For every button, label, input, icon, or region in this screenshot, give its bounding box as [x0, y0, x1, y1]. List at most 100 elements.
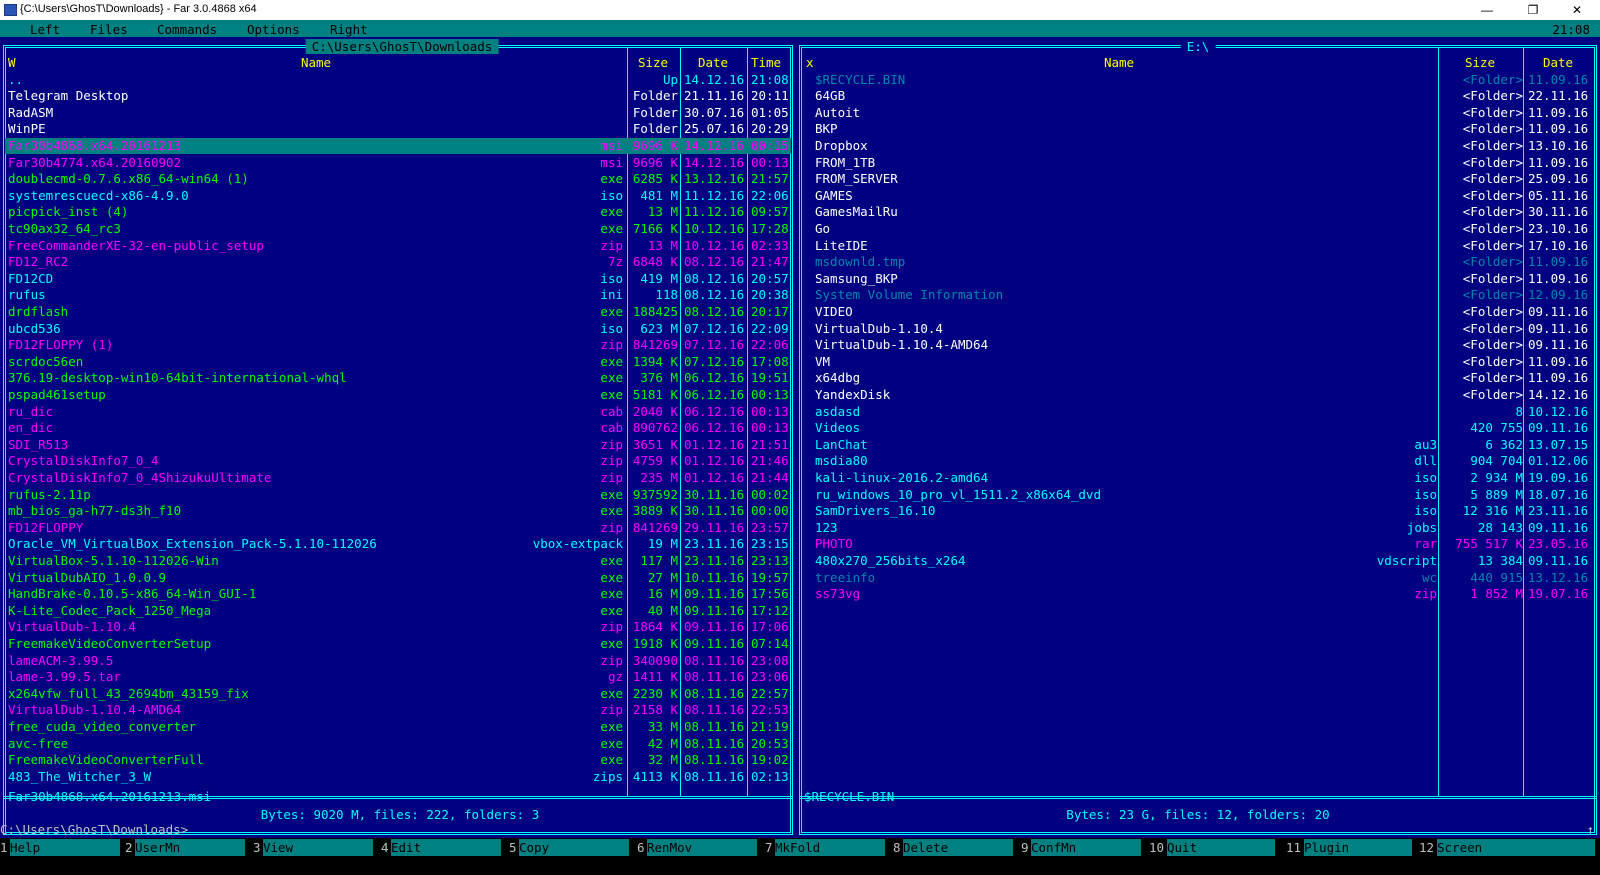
- file-row[interactable]: drdflash exe 188425 08.12.16 20:17: [5, 304, 791, 321]
- maximize-button[interactable]: ❐: [1510, 0, 1556, 20]
- file-row[interactable]: VM <Folder> 11.09.16: [801, 354, 1595, 371]
- file-row[interactable]: $RECYCLE.BIN <Folder> 11.09.16: [801, 72, 1595, 89]
- column-header-name[interactable]: Name: [301, 55, 331, 70]
- file-row[interactable]: avc-free exe 42 M 08.11.16 20:53: [5, 736, 791, 753]
- file-row[interactable]: lameACM-3.99.5 zip 340090 08.11.16 23:08: [5, 653, 791, 670]
- file-row[interactable]: .. Up 14.12.16 21:08: [5, 72, 791, 89]
- file-row[interactable]: VirtualDub-1.10.4-AMD64 <Folder> 09.11.16: [801, 337, 1595, 354]
- file-row[interactable]: 376.19-desktop-win10-64bit-international…: [5, 370, 791, 387]
- file-row[interactable]: CrystalDiskInfo7_0_4ShizukuUltimate zip 23…: [5, 470, 791, 487]
- file-row[interactable]: LiteIDE <Folder> 17.10.16: [801, 238, 1595, 255]
- file-row[interactable]: VirtualBox-5.1.10-112026-Win exe 117 M 23.1…: [5, 553, 791, 570]
- column-header-size[interactable]: Size: [638, 55, 668, 70]
- fkey-edit[interactable]: 4 Edit: [381, 839, 501, 856]
- file-row[interactable]: GAMES <Folder> 05.11.16: [801, 188, 1595, 205]
- file-row[interactable]: Autoit <Folder> 11.09.16: [801, 105, 1595, 122]
- file-row[interactable]: HandBrake-0.10.5-x86_64-Win_GUI-1 exe 16 M…: [5, 586, 791, 603]
- column-header-size[interactable]: Size: [1465, 55, 1495, 70]
- right-panel-path[interactable]: E:\: [1180, 39, 1216, 54]
- scroll-up-icon[interactable]: ↑: [1586, 822, 1594, 837]
- file-row[interactable]: 64GB <Folder> 22.11.16: [801, 88, 1595, 105]
- file-row[interactable]: K-Lite_Codec_Pack_1250_Mega exe 40 M 09.11.…: [5, 603, 791, 620]
- file-row[interactable]: FD12FLOPPY zip 841269 29.11.16 23:57: [5, 520, 791, 537]
- file-row[interactable]: x264vfw_full_43_2694bm_43159_fix exe 2230 …: [5, 686, 791, 703]
- file-row[interactable]: SDI_R513 zip 3651 K 01.12.16 21:51: [5, 437, 791, 454]
- file-row[interactable]: scrdoc56en exe 1394 K 07.12.16 17:08: [5, 354, 791, 371]
- close-button[interactable]: ✕: [1554, 0, 1600, 20]
- file-row[interactable]: ss73vg zip 1 852 M 19.07.16: [801, 586, 1595, 603]
- file-row[interactable]: VirtualDub-1.10.4-AMD64 zip 2158 K 08.11.16…: [5, 702, 791, 719]
- file-row[interactable]: WinPE Folder 25.07.16 20:29: [5, 121, 791, 138]
- file-row[interactable]: CrystalDiskInfo7_0_4 zip 4759 K 01.12.16 21:…: [5, 453, 791, 470]
- fkey-usermn[interactable]: 2 UserMn: [125, 839, 245, 856]
- file-row[interactable]: doublecmd-0.7.6.x86_64-win64 (1) exe 6285 …: [5, 171, 791, 188]
- file-row[interactable]: FD12FLOPPY (1) zip 841269 07.12.16 22:06: [5, 337, 791, 354]
- file-row[interactable]: treeinfo wc 440 915 13.12.16: [801, 570, 1595, 587]
- file-row[interactable]: 123 jobs 28 143 09.11.16: [801, 520, 1595, 537]
- file-row[interactable]: picpick_inst (4) exe 13 M 11.12.16 09:57: [5, 204, 791, 221]
- file-row[interactable]: RadASM Folder 30.07.16 01:05: [5, 105, 791, 122]
- file-row[interactable]: 480x270_256bits_x264 vdscript 13 384 09.11.…: [801, 553, 1595, 570]
- file-row[interactable]: VirtualDub-1.10.4 <Folder> 09.11.16: [801, 321, 1595, 338]
- right-panel[interactable]: E:\ x Name Size Date $RECYCLE.BIN <Folder…: [796, 37, 1600, 838]
- fkey-plugin[interactable]: 11 Plugin: [1286, 839, 1412, 856]
- file-row[interactable]: Go <Folder> 23.10.16: [801, 221, 1595, 238]
- file-row[interactable]: FD12CD iso 419 M 08.12.16 20:57: [5, 271, 791, 288]
- file-row[interactable]: FreemakeVideoConverterSetup exe 1918 K 09.1…: [5, 636, 791, 653]
- file-row[interactable]: VIDEO <Folder> 09.11.16: [801, 304, 1595, 321]
- file-row[interactable]: rufus-2.11p exe 937592 30.11.16 00:02: [5, 487, 791, 504]
- file-row[interactable]: Samsung_BKP <Folder> 11.09.16: [801, 271, 1595, 288]
- file-row[interactable]: Dropbox <Folder> 13.10.16: [801, 138, 1595, 155]
- column-header-name[interactable]: Name: [1104, 55, 1134, 70]
- file-row[interactable]: Far30b4774.x64.20160902 msi 9696 K 14.12.16…: [5, 155, 791, 172]
- view-mode-indicator[interactable]: W: [8, 55, 16, 70]
- file-row[interactable]: FROM_1TB <Folder> 11.09.16: [801, 155, 1595, 172]
- file-row[interactable]: YandexDisk <Folder> 14.12.16: [801, 387, 1595, 404]
- command-line[interactable]: C:\Users\GhosT\Downloads> ↑: [0, 822, 1600, 838]
- file-row[interactable]: ru_windows_10_pro_vl_1511.2_x86x64_dvd is…: [801, 487, 1595, 504]
- column-header-date[interactable]: Date: [698, 55, 728, 70]
- left-panel[interactable]: C:\Users\GhosT\Downloads W Name Size Dat…: [0, 37, 796, 838]
- file-row[interactable]: SamDrivers_16.10 iso 12 316 M 23.11.16: [801, 503, 1595, 520]
- file-row[interactable]: rufus ini 118 08.12.16 20:38: [5, 287, 791, 304]
- file-row[interactable]: en_dic cab 890762 06.12.16 00:13: [5, 420, 791, 437]
- file-row[interactable]: LanChat au3 6 362 13.07.15: [801, 437, 1595, 454]
- menu-options[interactable]: Options: [247, 22, 300, 37]
- file-row[interactable]: kali-linux-2016.2-amd64 iso 2 934 M 19.09.1…: [801, 470, 1595, 487]
- menu-right[interactable]: Right: [330, 22, 368, 37]
- fkey-confmn[interactable]: 9 ConfMn: [1021, 839, 1141, 856]
- file-row[interactable]: ubcd536 iso 623 M 07.12.16 22:09: [5, 321, 791, 338]
- column-header-date[interactable]: Date: [1543, 55, 1573, 70]
- menu-files[interactable]: Files: [90, 22, 128, 37]
- menu-commands[interactable]: Commands: [157, 22, 217, 37]
- file-row[interactable]: ru_dic cab 2040 K 06.12.16 00:13: [5, 404, 791, 421]
- fkey-quit[interactable]: 10 Quit: [1149, 839, 1275, 856]
- file-row[interactable]: System Volume Information <Folder> 12.09.1…: [801, 287, 1595, 304]
- fkey-mkfold[interactable]: 7 MkFold: [765, 839, 885, 856]
- file-row[interactable]: msdia80 dll 904 704 01.12.06: [801, 453, 1595, 470]
- menu-left[interactable]: Left: [30, 22, 60, 37]
- file-row[interactable]: PHOTO rar 755 517 K 23.05.16: [801, 536, 1595, 553]
- file-row[interactable]: mb_bios_ga-h77-ds3h_f10 exe 3889 K 30.11.16…: [5, 503, 791, 520]
- file-row[interactable]: 483_The_Witcher_3_W zips 4113 K 08.11.16 02:…: [5, 769, 791, 786]
- file-row[interactable]: VirtualDub-1.10.4 zip 1864 K 09.11.16 17:06: [5, 619, 791, 636]
- view-mode-indicator[interactable]: x: [806, 55, 814, 70]
- minimize-button[interactable]: —: [1464, 0, 1510, 20]
- file-row[interactable]: Telegram Desktop Folder 21.11.16 20:11: [5, 88, 791, 105]
- file-row[interactable]: Videos 420 755 09.11.16: [801, 420, 1595, 437]
- file-row[interactable]: systemrescuecd-x86-4.9.0 iso 481 M 11.12.16…: [5, 188, 791, 205]
- file-row[interactable]: asdasd 8 10.12.16: [801, 404, 1595, 421]
- left-panel-path[interactable]: C:\Users\GhosT\Downloads: [305, 39, 499, 54]
- fkey-renmov[interactable]: 6 RenMov: [637, 839, 757, 856]
- file-row[interactable]: free_cuda_video_converter exe 33 M 08.11.16…: [5, 719, 791, 736]
- file-row[interactable]: FreemakeVideoConverterFull exe 32 M 08.11.1…: [5, 752, 791, 769]
- fkey-copy[interactable]: 5 Copy: [509, 839, 629, 856]
- file-row[interactable]: BKP <Folder> 11.09.16: [801, 121, 1595, 138]
- fkey-delete[interactable]: 8 Delete: [893, 839, 1013, 856]
- file-row[interactable]: pspad461setup exe 5181 K 06.12.16 00:13: [5, 387, 791, 404]
- fkey-help[interactable]: 1 Help: [0, 839, 120, 856]
- file-row[interactable]: tc90ax32_64_rc3 exe 7166 K 10.12.16 17:28: [5, 221, 791, 238]
- file-row[interactable]: GamesMailRu <Folder> 30.11.16: [801, 204, 1595, 221]
- file-row[interactable]: FROM_SERVER <Folder> 25.09.16: [801, 171, 1595, 188]
- file-row[interactable]: lame-3.99.5.tar gz 1411 K 08.11.16 23:06: [5, 669, 791, 686]
